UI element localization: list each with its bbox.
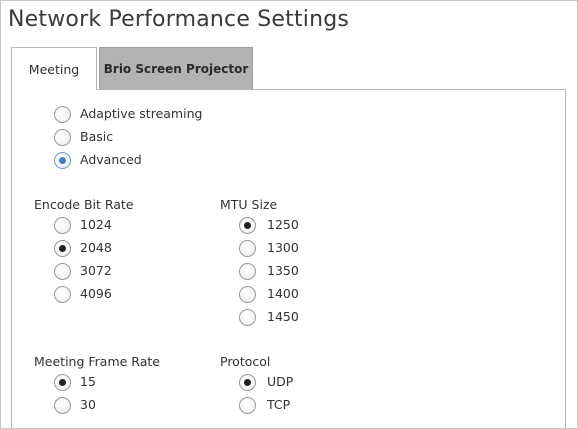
- radio-label-adaptive-streaming: Adaptive streaming: [80, 106, 203, 121]
- radio-protocol-tcp[interactable]: [239, 397, 256, 414]
- radio-label-mtu-1400: 1400: [267, 286, 299, 301]
- radio-label-protocol-tcp: TCP: [267, 397, 291, 412]
- radio-bitrate-4096[interactable]: [54, 286, 71, 303]
- radio-bitrate-2048[interactable]: [54, 240, 71, 257]
- mtu-size-label: MTU Size: [220, 197, 278, 212]
- radio-advanced[interactable]: [54, 152, 71, 169]
- radio-label-mtu-1300: 1300: [267, 240, 299, 255]
- radio-mtu-1450[interactable]: [239, 309, 256, 326]
- radio-framerate-15[interactable]: [54, 374, 71, 391]
- radio-mtu-1300[interactable]: [239, 240, 256, 257]
- encode-bit-rate-label: Encode Bit Rate: [34, 197, 134, 212]
- radio-label-mtu-1250: 1250: [267, 217, 299, 232]
- meeting-frame-rate-label: Meeting Frame Rate: [34, 354, 160, 369]
- radio-selected-indicator: [244, 222, 251, 229]
- window-title: Network Performance Settings: [8, 7, 350, 32]
- radio-label-framerate-15: 15: [80, 374, 96, 389]
- radio-mtu-1250[interactable]: [239, 217, 256, 234]
- radio-bitrate-3072[interactable]: [54, 263, 71, 280]
- radio-label-framerate-30: 30: [80, 397, 96, 412]
- radio-mtu-1400[interactable]: [239, 286, 256, 303]
- radio-label-bitrate-2048: 2048: [80, 240, 112, 255]
- radio-selected-indicator: [244, 379, 251, 386]
- radio-label-basic: Basic: [80, 129, 114, 144]
- protocol-label: Protocol: [220, 354, 271, 369]
- radio-label-bitrate-1024: 1024: [80, 217, 112, 232]
- tab-brio-screen-projector[interactable]: Brio Screen Projector: [99, 47, 253, 90]
- radio-label-mtu-1450: 1450: [267, 309, 299, 324]
- radio-protocol-udp[interactable]: [239, 374, 256, 391]
- radio-selected-indicator: [59, 157, 66, 164]
- radio-framerate-30[interactable]: [54, 397, 71, 414]
- tab-meeting[interactable]: Meeting: [11, 47, 97, 90]
- radio-mtu-1350[interactable]: [239, 263, 256, 280]
- radio-selected-indicator: [59, 379, 66, 386]
- radio-label-bitrate-3072: 3072: [80, 263, 112, 278]
- radio-bitrate-1024[interactable]: [54, 217, 71, 234]
- radio-basic[interactable]: [54, 129, 71, 146]
- settings-window: Network Performance Settings Meeting Bri…: [0, 0, 578, 429]
- radio-adaptive-streaming[interactable]: [54, 106, 71, 123]
- radio-label-protocol-udp: UDP: [267, 374, 294, 389]
- radio-label-bitrate-4096: 4096: [80, 286, 112, 301]
- radio-selected-indicator: [59, 245, 66, 252]
- radio-label-advanced: Advanced: [80, 152, 142, 167]
- radio-label-mtu-1350: 1350: [267, 263, 299, 278]
